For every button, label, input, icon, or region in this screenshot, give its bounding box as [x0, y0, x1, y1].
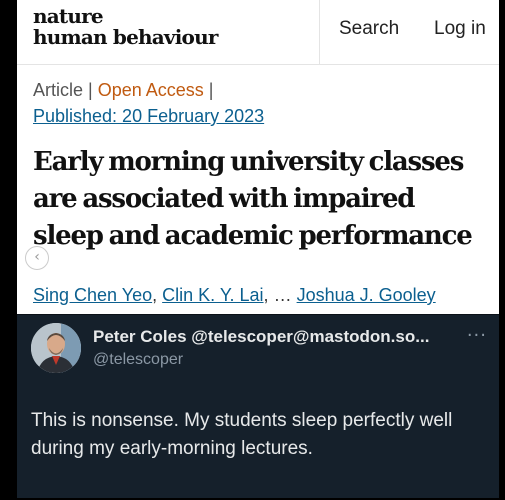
avatar-image — [31, 323, 81, 373]
login-link[interactable]: Log in — [434, 18, 486, 40]
title-line: Early morning university classes — [33, 147, 464, 177]
chevron-left-icon[interactable]: ‹ — [25, 246, 49, 270]
post-text: This is nonsense. My students sleep perf… — [31, 410, 453, 459]
avatar[interactable] — [31, 323, 81, 373]
article-meta: Article | Open Access | — [33, 80, 218, 101]
meta-divider: | — [88, 80, 93, 100]
article-type: Article — [33, 80, 84, 100]
nav-divider — [319, 0, 320, 64]
author-link[interactable]: Sing Chen Yeo — [33, 285, 152, 305]
author-ellipsis[interactable]: … — [274, 285, 292, 305]
post-author-handle[interactable]: @telescoper — [93, 351, 183, 369]
author-separator: , — [263, 285, 269, 305]
author-list: Sing Chen Yeo, Clin K. Y. Lai, … Joshua … — [33, 285, 436, 306]
site-header: nature human behaviour Search Log in — [17, 0, 499, 65]
more-dots-icon[interactable]: ··· — [467, 325, 487, 346]
published-date-link[interactable]: Published: 20 February 2023 — [33, 106, 264, 127]
author-link[interactable]: Joshua J. Gooley — [297, 285, 436, 305]
article-title: Early morning university classes are ass… — [33, 144, 493, 255]
logo-line-2: human behaviour — [33, 25, 218, 49]
title-line: are associated with impaired — [33, 184, 415, 214]
author-link[interactable]: Clin K. Y. Lai — [162, 285, 263, 305]
post-author-name[interactable]: Peter Coles @telescoper@mastodon.so... — [93, 327, 429, 347]
screenshot-card: nature human behaviour Search Log in Art… — [17, 0, 499, 498]
logo-line-1: nature — [33, 4, 104, 28]
title-line: sleep and academic performance — [33, 221, 473, 251]
journal-logo[interactable]: nature human behaviour — [33, 6, 218, 48]
open-access-badge: Open Access — [97, 80, 204, 100]
search-link[interactable]: Search — [339, 18, 399, 40]
social-post: Peter Coles @telescoper@mastodon.so... @… — [17, 314, 499, 498]
meta-divider: | — [208, 80, 214, 100]
author-separator: , — [152, 285, 158, 305]
